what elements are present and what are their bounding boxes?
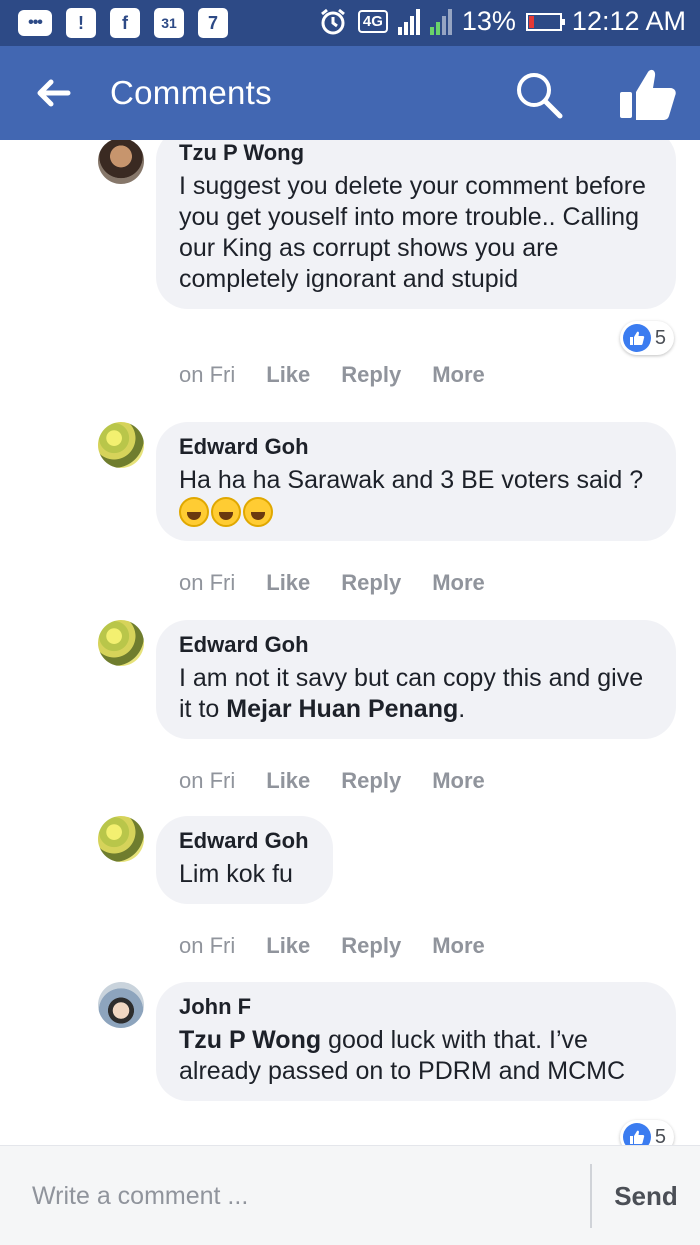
alarm-icon	[320, 8, 345, 34]
comment-text: Tzu P Wong good luck with that. I’ve alr…	[179, 1026, 626, 1085]
avatar[interactable]	[98, 982, 144, 1028]
reply-link[interactable]: Reply	[341, 570, 401, 596]
avatar[interactable]	[98, 620, 144, 666]
like-reaction-icon	[622, 1123, 651, 1145]
reaction-number: 5	[654, 326, 666, 349]
reaction-number: 5	[654, 1125, 666, 1146]
like-reaction-icon	[622, 324, 651, 352]
comment-actions: on Fri Like Reply More	[179, 570, 485, 596]
like-link[interactable]: Like	[266, 362, 310, 388]
comment-actions: on Fri Like Reply More	[179, 933, 485, 959]
app-bar: Comments	[0, 46, 700, 140]
status-bar: ••• ! f 31 7 4G 13% 12:12 AM	[0, 0, 700, 46]
thumbs-up-icon	[620, 69, 676, 120]
mention-link[interactable]: Tzu P Wong	[179, 1026, 321, 1054]
more-link[interactable]: More	[432, 768, 485, 794]
comment-actions: on Fri Like Reply More	[179, 362, 485, 388]
comment-author[interactable]: Tzu P Wong	[179, 140, 652, 168]
page-title: Comments	[110, 74, 272, 111]
avatar[interactable]	[98, 140, 144, 184]
comment-bubble[interactable]: Edward Goh I am not it savy but can copy…	[156, 620, 676, 739]
search-icon	[517, 73, 563, 119]
comment-composer: Send	[0, 1145, 700, 1245]
calendar-icon: 31	[154, 8, 184, 38]
comment-time: on Fri	[179, 933, 236, 958]
comment-bubble[interactable]: Tzu P Wong I suggest you delete your com…	[156, 140, 676, 309]
comment-input[interactable]	[16, 1164, 576, 1228]
like-link[interactable]: Like	[266, 570, 310, 596]
divider	[590, 1164, 592, 1228]
comment-time: on Fri	[179, 768, 236, 793]
reply-link[interactable]: Reply	[341, 933, 401, 959]
back-arrow-icon	[37, 79, 71, 107]
comment-text: Lim kok fu	[179, 860, 293, 888]
comment-actions: on Fri Like Reply More	[179, 768, 485, 794]
comment-time: on Fri	[179, 570, 236, 595]
mention-link[interactable]: Mejar Huan Penang	[226, 695, 458, 723]
avatar[interactable]	[98, 422, 144, 468]
like-link[interactable]: Like	[266, 768, 310, 794]
facebook-icon: f	[110, 8, 140, 38]
reaction-count[interactable]: 5	[619, 1120, 674, 1146]
comment-author[interactable]: John F	[179, 992, 652, 1022]
comment-text: I suggest you delete your comment before…	[179, 172, 646, 293]
clock: 12:12 AM	[571, 6, 686, 36]
comment-author[interactable]: Edward Goh	[179, 432, 652, 462]
battery-icon	[525, 12, 565, 31]
comment-text: Ha ha ha Sarawak and 3 BE voters said ?	[179, 465, 652, 528]
tears-of-joy-icon	[211, 497, 241, 528]
comment-text: I am not it savy but can copy this and g…	[179, 664, 644, 723]
weather-icon: 7	[198, 8, 228, 38]
battery-percent: 13%	[461, 6, 516, 36]
signal-sim1-icon	[397, 8, 420, 35]
alert-icon: !	[66, 8, 96, 38]
more-link[interactable]: More	[432, 362, 485, 388]
like-page-button[interactable]	[616, 66, 680, 122]
like-link[interactable]: Like	[266, 933, 310, 959]
comments-list[interactable]: Tzu P Wong I suggest you delete your com…	[0, 140, 700, 1145]
signal-sim2-icon	[429, 8, 452, 35]
comment-time: on Fri	[179, 362, 236, 387]
send-button[interactable]: Send	[606, 1170, 686, 1222]
comment-bubble[interactable]: John F Tzu P Wong good luck with that. I…	[156, 982, 676, 1101]
chat-bubble-icon: •••	[18, 10, 52, 36]
reply-link[interactable]: Reply	[341, 362, 401, 388]
comment-bubble[interactable]: Edward Goh Ha ha ha Sarawak and 3 BE vot…	[156, 422, 676, 542]
comment-bubble[interactable]: Edward Goh Lim kok fu	[156, 816, 333, 904]
avatar[interactable]	[98, 816, 144, 862]
reaction-count[interactable]: 5	[619, 321, 674, 355]
comment-author[interactable]: Edward Goh	[179, 826, 309, 856]
comment-author[interactable]: Edward Goh	[179, 630, 652, 660]
reply-link[interactable]: Reply	[341, 768, 401, 794]
back-button[interactable]	[30, 72, 76, 114]
network-type: 4G	[357, 10, 388, 33]
more-link[interactable]: More	[432, 570, 485, 596]
grinning-icon	[243, 497, 273, 528]
grinning-sweat-icon	[179, 497, 209, 528]
search-button[interactable]	[512, 68, 566, 122]
more-link[interactable]: More	[432, 933, 485, 959]
